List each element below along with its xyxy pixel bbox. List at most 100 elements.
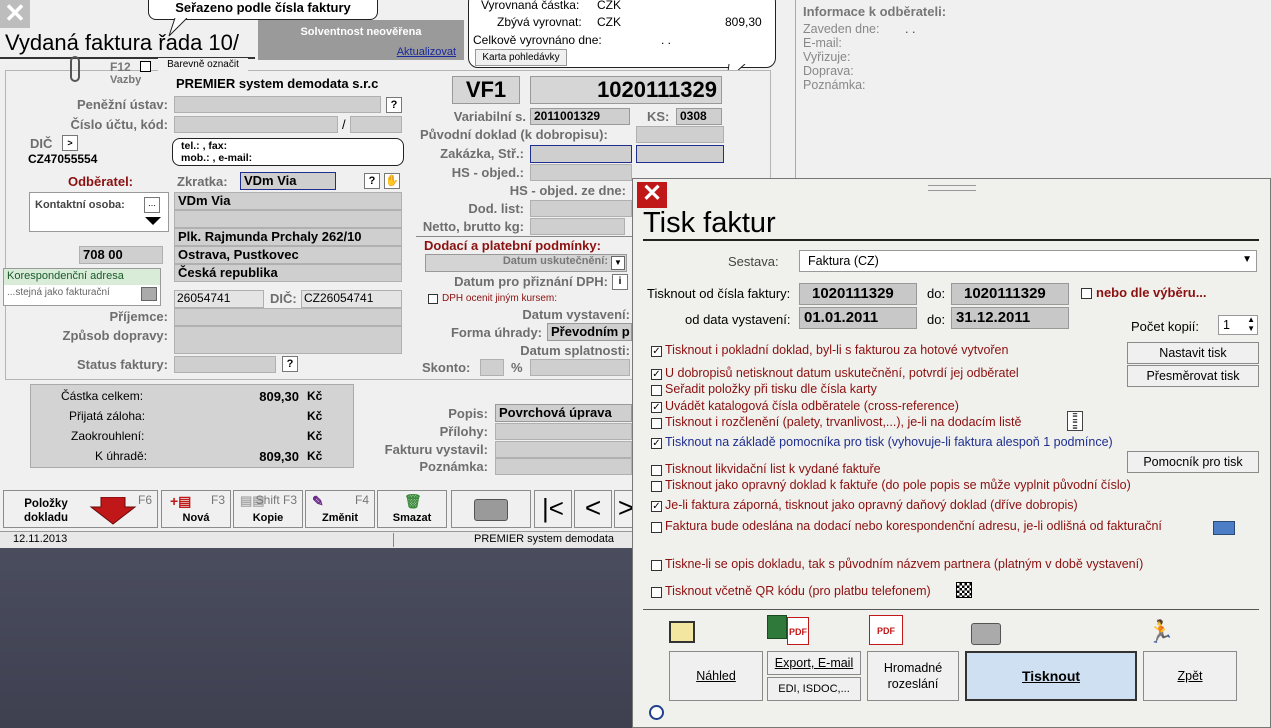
vazby-label[interactable]: Vazby	[110, 74, 141, 86]
drag-handle[interactable]	[928, 185, 976, 191]
netto-field[interactable]	[530, 218, 625, 235]
dph-kurs-checkbox[interactable]	[428, 294, 438, 304]
option-checkbox[interactable]	[651, 385, 662, 396]
running-man-icon: 🏃	[1147, 619, 1175, 644]
od-cisla-label: Tisknout od čísla faktury:	[647, 286, 791, 301]
poznamka-field[interactable]	[495, 458, 632, 475]
pomocnik-pro-tisk-button[interactable]: Pomocník pro tisk	[1127, 451, 1259, 473]
bank-code-field[interactable]	[350, 116, 402, 133]
option-checkbox[interactable]	[651, 587, 662, 598]
barevne-oznacit-button[interactable]: Barevně označit	[158, 58, 248, 73]
stredisko-field[interactable]	[636, 145, 724, 163]
option-checkbox[interactable]: ✓	[651, 346, 662, 357]
penezni-ustav-field[interactable]	[174, 96, 381, 113]
status-faktury-field[interactable]	[174, 356, 276, 373]
help-icon[interactable]: ?	[282, 356, 298, 372]
edi-isdoc-button[interactable]: EDI, ISDOC,...	[767, 677, 861, 701]
forma-uhrady-field[interactable]: Převodním p	[547, 323, 632, 341]
nebo-dle-vyberu-checkbox[interactable]	[1081, 288, 1092, 299]
zkratka-field[interactable]: VDm Via	[240, 172, 336, 190]
first-record-button[interactable]: |<	[534, 490, 572, 528]
tisknout-button[interactable]: Tisknout	[965, 651, 1137, 701]
dic2-field[interactable]: CZ26054741	[301, 290, 402, 308]
info-email-label: E-mail:	[803, 36, 842, 50]
spin-icon[interactable]: ▲ ▼	[1247, 315, 1255, 333]
address-line-2[interactable]	[174, 210, 402, 228]
correspondence-address[interactable]: Korespondenční adresa ...stejná jako fak…	[3, 268, 161, 306]
nahled-button[interactable]: Náhled	[669, 651, 763, 701]
od-cisla-field[interactable]: 1020111329	[799, 283, 917, 305]
ico-field[interactable]: 26054741	[174, 290, 264, 308]
totals-currency: Kč	[307, 449, 323, 463]
hs-objed-field[interactable]	[530, 164, 632, 181]
do-data-field[interactable]: 31.12.2011	[951, 307, 1069, 329]
skonto-amount-field[interactable]	[530, 359, 630, 376]
address-line-4[interactable]: Ostrava, Pustkovec	[174, 246, 402, 264]
option-checkbox[interactable]	[651, 481, 662, 492]
address-line-1[interactable]: VDm Via	[174, 192, 402, 210]
zmenit-button[interactable]: ✎ F4 Změnit	[305, 490, 375, 528]
pocet-kopii-stepper[interactable]: 1 ▲ ▼	[1218, 315, 1258, 335]
info-poznamka-label: Poznámka:	[803, 78, 866, 92]
cislo-uctu-field[interactable]	[174, 116, 338, 133]
totals-currency: Kč	[307, 429, 323, 443]
psc-field[interactable]: 708 00	[79, 246, 163, 264]
karta-pohledavky-button[interactable]: Karta pohledávky	[475, 49, 567, 66]
smazat-label: Smazat	[392, 512, 432, 524]
help-icon[interactable]: ?	[386, 97, 402, 113]
nova-button[interactable]: +▤ F3 Nová	[161, 490, 231, 528]
balance-remaining: 809,30	[725, 15, 762, 29]
print-button[interactable]	[451, 490, 531, 528]
nastavit-tisk-button[interactable]: Nastavit tisk	[1127, 342, 1259, 364]
close-icon[interactable]: ✕	[637, 182, 667, 208]
popis-field[interactable]: Povrchová úprava	[495, 404, 632, 422]
do-cisla-field[interactable]: 1020111329	[951, 283, 1069, 305]
polozky-dokladu-button[interactable]: Položky dokladu F6	[3, 490, 158, 528]
option-checkbox[interactable]: ✓	[651, 438, 662, 449]
option-checkbox[interactable]: ✓	[651, 501, 662, 512]
help-icon[interactable]: ?	[364, 173, 380, 189]
contact-more-button[interactable]: ...	[144, 197, 160, 213]
dropdown-arrow-icon[interactable]	[144, 216, 162, 226]
option-checkbox[interactable]: ✓	[651, 402, 662, 413]
kontaktni-osoba-label: Kontaktní osoba:	[35, 199, 125, 211]
option-checkbox[interactable]	[651, 418, 662, 429]
sestava-select[interactable]: Faktura (CZ) ▼	[799, 250, 1257, 272]
od-data-field[interactable]: 01.01.2011	[799, 307, 917, 329]
arrow-icon[interactable]: >	[62, 135, 78, 151]
puvodni-doklad-field[interactable]	[636, 126, 724, 143]
smazat-button[interactable]: 🗑 Smazat	[377, 490, 447, 528]
zpet-button[interactable]: Zpět	[1143, 651, 1237, 701]
prijemce-field[interactable]	[174, 308, 402, 326]
hromadne-rozeslani-button[interactable]: Hromadné rozeslání	[867, 651, 959, 701]
option-checkbox[interactable]	[651, 522, 662, 533]
option-checkbox[interactable]	[651, 465, 662, 476]
nahled-label: Náhled	[696, 669, 736, 683]
prilohy-field[interactable]	[495, 423, 632, 440]
info-icon[interactable]: i	[612, 274, 628, 290]
zakazka-field[interactable]	[530, 145, 632, 163]
address-line-5[interactable]: Česká republika	[174, 264, 402, 282]
variabilni-field[interactable]: 2011001329	[530, 108, 630, 125]
balance-label-1: Vyrovnaná částka:	[481, 0, 580, 12]
solvency-link[interactable]: Aktualizovat	[397, 46, 456, 58]
dropdown-icon[interactable]: ▼	[611, 256, 625, 270]
export-email-button[interactable]: Export, E-mail	[767, 651, 861, 675]
close-icon[interactable]: ✕	[0, 0, 30, 28]
presmerovat-tisk-button[interactable]: Přesměrovat tisk	[1127, 365, 1259, 387]
prev-record-button[interactable]: <	[574, 490, 612, 528]
kopie-button[interactable]: ▤▤ Shift F3 Kopie	[233, 490, 303, 528]
dod-list-field[interactable]	[530, 200, 632, 217]
ks-field[interactable]: 0308	[676, 108, 722, 125]
zpusob-dopravy-field[interactable]	[174, 326, 402, 354]
address-line-3[interactable]: Plk. Rajmunda Prchaly 262/10	[174, 228, 402, 246]
option-checkbox[interactable]	[651, 560, 662, 571]
ks-label: KS:	[647, 109, 670, 124]
color-mark-icon[interactable]	[140, 61, 151, 72]
fakturu-vystavil-field[interactable]	[495, 441, 632, 458]
hand-icon[interactable]: ✋	[384, 173, 400, 189]
window-title: Vydaná faktura řada 10/	[5, 30, 240, 55]
datum-uskutecneni-field[interactable]: Datum uskutečnění:	[425, 254, 627, 272]
option-checkbox[interactable]: ✓	[651, 369, 662, 380]
skonto-field[interactable]	[480, 359, 504, 376]
